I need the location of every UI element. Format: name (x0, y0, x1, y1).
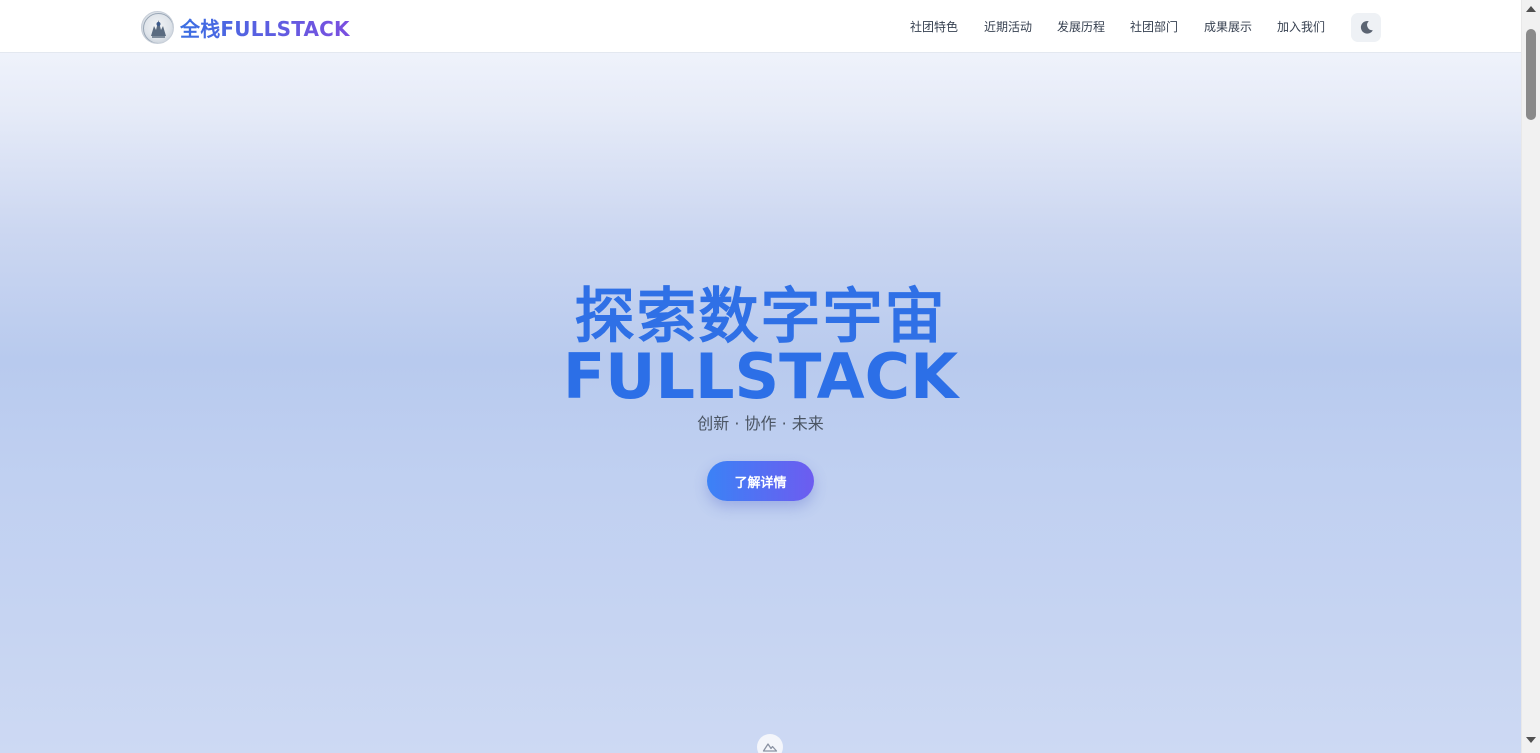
main-nav: 社团特色 近期活动 发展历程 社团部门 成果展示 加入我们 (0, 0, 1521, 53)
nav-item-departments[interactable]: 社团部门 (1130, 18, 1178, 35)
scrollbar-thumb[interactable] (1526, 29, 1536, 120)
learn-more-button[interactable]: 了解详情 (707, 461, 814, 501)
mountain-icon (762, 743, 778, 752)
nav-item-events[interactable]: 近期活动 (984, 18, 1032, 35)
nav-item-achievements[interactable]: 成果展示 (1204, 18, 1252, 35)
moon-icon (1360, 20, 1373, 34)
nav-item-features[interactable]: 社团特色 (910, 18, 958, 35)
top-navbar: 全栈FULLSTACK 社团特色 近期活动 发展历程 社团部门 成果展示 加入我… (0, 0, 1521, 53)
page-scrollbar[interactable] (1521, 0, 1540, 753)
theme-toggle-button[interactable] (1351, 13, 1381, 42)
scroll-up-arrow-icon[interactable] (1526, 6, 1536, 12)
page: 全栈FULLSTACK 社团特色 近期活动 发展历程 社团部门 成果展示 加入我… (0, 0, 1521, 753)
hero-title-brand: FULLSTACK (562, 340, 959, 413)
nav-item-history[interactable]: 发展历程 (1057, 18, 1105, 35)
scroll-down-arrow-icon[interactable] (1526, 737, 1536, 743)
scroll-down-button[interactable] (757, 734, 783, 753)
nav-item-join[interactable]: 加入我们 (1277, 18, 1325, 35)
hero-subtitle: 创新 · 协作 · 未来 (697, 414, 824, 433)
